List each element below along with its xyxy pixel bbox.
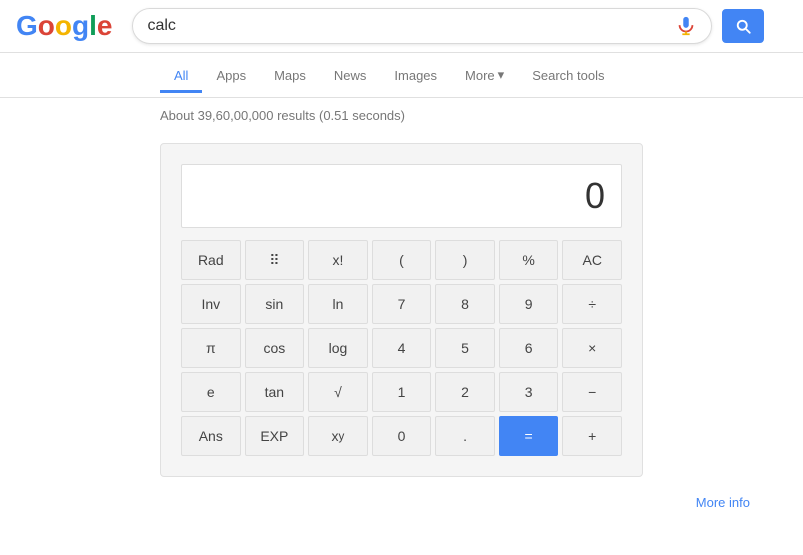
nav-item-news[interactable]: News [320, 58, 381, 93]
btn-log[interactable]: log [308, 328, 368, 368]
btn-tan[interactable]: tan [245, 372, 305, 412]
btn-ln[interactable]: ln [308, 284, 368, 324]
nav-item-search-tools[interactable]: Search tools [518, 58, 618, 93]
btn-multiply[interactable]: × [562, 328, 622, 368]
btn-ac[interactable]: AC [562, 240, 622, 280]
btn-pi[interactable]: π [181, 328, 241, 368]
nav-item-maps[interactable]: Maps [260, 58, 320, 93]
search-button[interactable] [722, 9, 764, 43]
btn-1[interactable]: 1 [372, 372, 432, 412]
calculator-grid: Rad ⠿ x! ( ) % AC Inv sin ln 7 8 9 ÷ π c… [181, 240, 622, 456]
header: Google calc [0, 0, 803, 53]
mic-icon[interactable] [675, 15, 697, 37]
btn-2[interactable]: 2 [435, 372, 495, 412]
results-info: About 39,60,00,000 results (0.51 seconds… [0, 98, 803, 133]
btn-rad[interactable]: Rad [181, 240, 241, 280]
btn-dot[interactable]: . [435, 416, 495, 456]
btn-6[interactable]: 6 [499, 328, 559, 368]
search-bar: calc [132, 8, 712, 44]
nav-item-more[interactable]: More ▾ [451, 57, 518, 93]
btn-close-paren[interactable]: ) [435, 240, 495, 280]
btn-5[interactable]: 5 [435, 328, 495, 368]
nav-item-all[interactable]: All [160, 58, 202, 93]
search-input[interactable]: calc [147, 17, 667, 35]
btn-grid[interactable]: ⠿ [245, 240, 305, 280]
nav-item-apps[interactable]: Apps [202, 58, 260, 93]
btn-open-paren[interactable]: ( [372, 240, 432, 280]
display-value: 0 [585, 175, 605, 216]
btn-8[interactable]: 8 [435, 284, 495, 324]
btn-sqrt[interactable]: √ [308, 372, 368, 412]
google-logo[interactable]: Google [16, 10, 112, 42]
btn-7[interactable]: 7 [372, 284, 432, 324]
search-icons [675, 15, 697, 37]
btn-percent[interactable]: % [499, 240, 559, 280]
more-info-link[interactable]: More info [696, 495, 750, 510]
more-info-section: More info [0, 487, 780, 518]
btn-minus[interactable]: − [562, 372, 622, 412]
btn-exp[interactable]: EXP [245, 416, 305, 456]
btn-cos[interactable]: cos [245, 328, 305, 368]
btn-3[interactable]: 3 [499, 372, 559, 412]
btn-inv[interactable]: Inv [181, 284, 241, 324]
btn-factorial[interactable]: x! [308, 240, 368, 280]
results-count: About 39,60,00,000 results (0.51 seconds… [160, 108, 405, 123]
btn-ans[interactable]: Ans [181, 416, 241, 456]
btn-4[interactable]: 4 [372, 328, 432, 368]
btn-0[interactable]: 0 [372, 416, 432, 456]
btn-divide[interactable]: ÷ [562, 284, 622, 324]
chevron-down-icon: ▾ [498, 67, 505, 83]
nav-bar: All Apps Maps News Images More ▾ Search … [0, 53, 803, 98]
btn-power[interactable]: xy [308, 416, 368, 456]
btn-equals[interactable]: = [499, 416, 559, 456]
calculator-display: 0 [181, 164, 622, 228]
btn-sin[interactable]: sin [245, 284, 305, 324]
btn-e[interactable]: e [181, 372, 241, 412]
nav-item-images[interactable]: Images [380, 58, 451, 93]
calculator: 0 Rad ⠿ x! ( ) % AC Inv sin ln 7 8 9 ÷ π… [160, 143, 643, 477]
btn-plus[interactable]: + [562, 416, 622, 456]
btn-9[interactable]: 9 [499, 284, 559, 324]
